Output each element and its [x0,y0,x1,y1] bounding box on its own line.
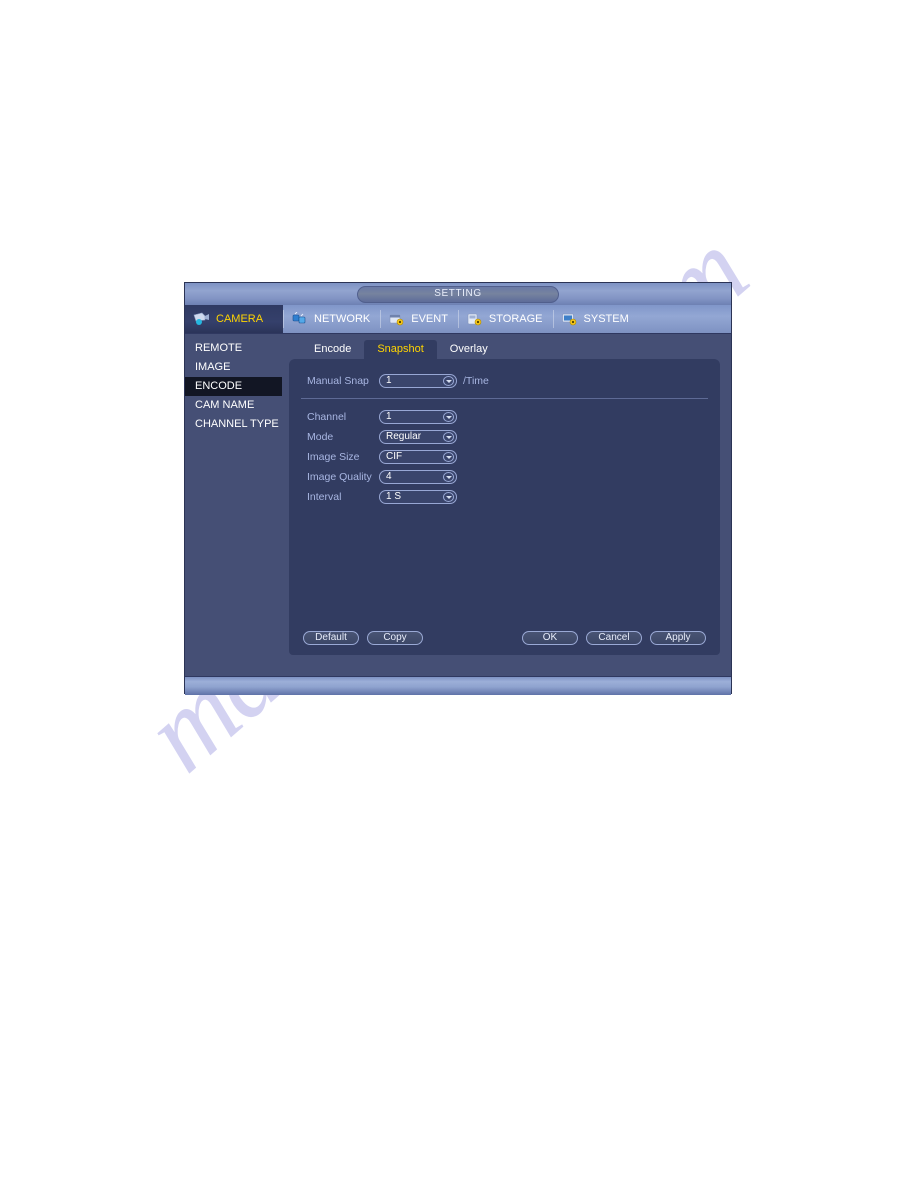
nav-item-system[interactable]: SYSTEM [552,305,639,333]
tab-overlay[interactable]: Overlay [437,340,501,359]
nav-item-camera[interactable]: CAMERA [185,305,283,333]
window-footer-bar [185,676,731,695]
copy-button[interactable]: Copy [367,631,423,645]
network-icon [291,311,309,326]
image-quality-value: 4 [386,471,392,482]
footer-right-group: OK Cancel Apply [522,631,706,645]
row-interval: Interval 1 S [289,487,720,507]
chevron-down-icon[interactable] [443,432,454,442]
setting-window: SETTING CAMERA NETWORK EVENT STORAGE SYS… [184,282,732,695]
channel-select[interactable]: 1 [379,410,457,424]
row-channel: Channel 1 [289,407,720,427]
manual-snap-suffix: /Time [463,375,489,387]
row-manual-snap: Manual Snap 1 /Time [289,371,720,391]
image-quality-select[interactable]: 4 [379,470,457,484]
mode-select[interactable]: Regular [379,430,457,444]
section-divider [301,398,708,399]
row-image-size: Image Size CIF [289,447,720,467]
camera-icon [193,312,211,326]
row-image-quality: Image Quality 4 [289,467,720,487]
sidebar-item-channel-type[interactable]: CHANNEL TYPE [185,415,282,434]
image-size-value: CIF [386,451,403,462]
main-nav: CAMERA NETWORK EVENT STORAGE SYSTEM [185,305,731,334]
nav-item-network[interactable]: NETWORK [283,305,380,333]
tab-snapshot[interactable]: Snapshot [364,340,437,359]
window-body: REMOTE IMAGE ENCODE CAM NAME CHANNEL TYP… [185,334,731,676]
nav-label-network: NETWORK [314,313,371,325]
nav-label-storage: STORAGE [488,313,543,325]
chevron-down-icon[interactable] [443,376,454,386]
system-icon [561,312,579,326]
interval-select[interactable]: 1 S [379,490,457,504]
chevron-down-icon[interactable] [443,492,454,502]
window-title: SETTING [357,285,559,303]
interval-value: 1 S [386,491,402,502]
default-button[interactable]: Default [303,631,359,645]
chevron-down-icon[interactable] [443,412,454,422]
row-mode: Mode Regular [289,427,720,447]
manual-snap-select[interactable]: 1 [379,374,457,388]
panel-footer: Default Copy OK Cancel Apply [289,631,720,645]
label-channel: Channel [307,411,347,423]
label-mode: Mode [307,431,334,443]
label-manual-snap: Manual Snap [307,375,369,387]
tab-encode[interactable]: Encode [301,340,364,359]
channel-value: 1 [386,411,392,422]
sidebar-item-encode[interactable]: ENCODE [185,377,282,396]
sidebar: REMOTE IMAGE ENCODE CAM NAME CHANNEL TYP… [185,334,282,676]
chevron-down-icon[interactable] [443,452,454,462]
chevron-down-icon[interactable] [443,472,454,482]
image-size-select[interactable]: CIF [379,450,457,464]
nav-label-system: SYSTEM [583,313,629,325]
cancel-button[interactable]: Cancel [586,631,642,645]
nav-label-camera: CAMERA [216,313,264,325]
nav-label-event: EVENT [411,313,448,325]
event-icon [388,312,406,326]
sidebar-item-image[interactable]: IMAGE [185,358,282,377]
label-interval: Interval [307,491,342,503]
manual-snap-value: 1 [386,375,392,386]
content-area: Encode Snapshot Overlay Manual Snap 1 /T… [282,334,731,676]
apply-button[interactable]: Apply [650,631,706,645]
window-title-bar: SETTING [185,283,731,305]
nav-item-storage[interactable]: STORAGE [457,305,553,333]
snapshot-panel: Manual Snap 1 /Time Channel 1 Mode Regul… [289,359,720,655]
sidebar-item-remote[interactable]: REMOTE [185,339,282,358]
ok-button[interactable]: OK [522,631,578,645]
storage-icon [466,312,484,326]
sidebar-item-cam-name[interactable]: CAM NAME [185,396,282,415]
label-image-quality: Image Quality [307,471,372,483]
label-image-size: Image Size [307,451,360,463]
nav-item-event[interactable]: EVENT [380,305,458,333]
sub-tabs: Encode Snapshot Overlay [289,339,720,359]
mode-value: Regular [386,431,422,442]
